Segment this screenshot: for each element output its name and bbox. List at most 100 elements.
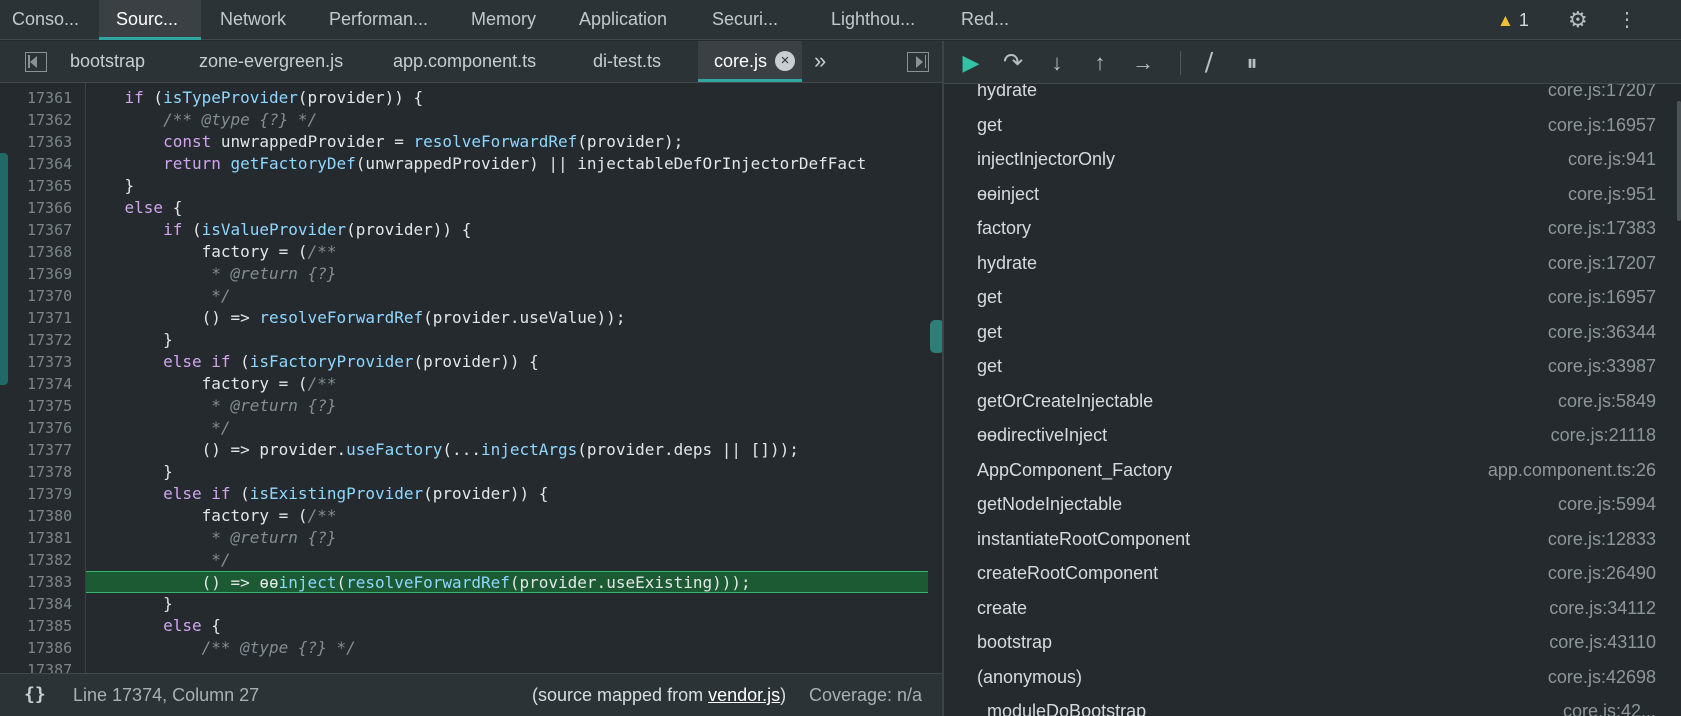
call-frame-location[interactable]: core.js:12833 xyxy=(1548,522,1656,556)
line-number[interactable]: 17370 xyxy=(27,285,72,307)
line-number[interactable]: 17376 xyxy=(27,417,72,439)
call-frame-location[interactable]: core.js:5849 xyxy=(1558,384,1656,418)
call-frame-location[interactable]: core.js:34112 xyxy=(1549,591,1656,625)
tab-security[interactable]: Securi... xyxy=(712,0,778,40)
call-frame-location[interactable]: core.js:17383 xyxy=(1548,211,1656,245)
line-number[interactable]: 17371 xyxy=(27,307,72,329)
file-tab-zone-evergreen[interactable]: zone-evergreen.js xyxy=(199,41,343,82)
toggle-debugger-icon[interactable] xyxy=(907,52,929,72)
toggle-navigator-icon[interactable] xyxy=(25,52,47,72)
call-frame-location[interactable]: core.js:26490 xyxy=(1548,556,1656,590)
line-number[interactable]: 17364 xyxy=(27,153,72,175)
gear-icon[interactable]: ⚙ xyxy=(1568,0,1588,40)
call-frame-location[interactable]: core.js:17207 xyxy=(1548,246,1656,280)
code-line: () => resolveForwardRef(provider.useValu… xyxy=(86,308,626,327)
call-frame[interactable]: create core.js:34112 xyxy=(944,591,1681,625)
line-number-gutter[interactable]: 17361 17362 17363 17364 17365 17366 17367 17368… xyxy=(0,83,86,673)
tab-application[interactable]: Application xyxy=(579,0,667,40)
tab-memory[interactable]: Memory xyxy=(471,0,536,40)
call-frame[interactable]: (anonymous) core.js:42698 xyxy=(944,660,1681,694)
step-icon[interactable]: → xyxy=(1126,41,1160,84)
call-frame-location[interactable]: app.component.ts:26 xyxy=(1488,453,1656,487)
tab-console[interactable]: Conso... xyxy=(0,0,91,40)
kebab-menu-icon[interactable]: ⋮ xyxy=(1617,0,1637,40)
call-stack-scrollbar[interactable] xyxy=(1677,101,1681,221)
file-tab-app-component[interactable]: app.component.ts xyxy=(393,41,536,82)
line-number[interactable]: 17365 xyxy=(27,175,72,197)
call-frame[interactable]: factory core.js:17383 xyxy=(944,211,1681,245)
line-number[interactable]: 17367 xyxy=(27,219,72,241)
call-frame[interactable]: bootstrap core.js:43110 xyxy=(944,625,1681,659)
code-editor[interactable]: 17361 17362 17363 17364 17365 17366 17367 17368… xyxy=(0,83,942,673)
call-frame[interactable]: AppComponent_Factory app.component.ts:26 xyxy=(944,453,1681,487)
call-frame[interactable]: get core.js:33987 xyxy=(944,349,1681,383)
call-frame[interactable]: instantiateRootComponent core.js:12833 xyxy=(944,522,1681,556)
line-number[interactable]: 17372 xyxy=(27,329,72,351)
line-number[interactable]: 17382 xyxy=(27,549,72,571)
call-frame[interactable]: injectInjectorOnly core.js:941 xyxy=(944,142,1681,176)
line-number[interactable]: 17362 xyxy=(27,109,72,131)
line-number[interactable]: 17386 xyxy=(27,637,72,659)
warnings-counter[interactable]: ▲ 1 xyxy=(1497,0,1529,40)
call-frame-location[interactable]: core.js:5994 xyxy=(1558,487,1656,521)
tab-lighthouse[interactable]: Lighthou... xyxy=(831,0,915,40)
resume-icon[interactable]: ▶ xyxy=(954,41,988,84)
step-over-icon[interactable]: ↷ xyxy=(996,41,1030,84)
breakpoint-off-icon[interactable]: ⧸ xyxy=(1192,41,1226,84)
line-number[interactable]: 17374 xyxy=(27,373,72,395)
call-frame-location[interactable]: core.js:941 xyxy=(1568,142,1656,176)
step-into-icon[interactable]: ↓ xyxy=(1040,41,1074,84)
line-number[interactable]: 17383 xyxy=(27,571,72,593)
call-frame-location[interactable]: core.js:16957 xyxy=(1548,108,1656,142)
line-number[interactable]: 17385 xyxy=(27,615,72,637)
pause-icon[interactable]: ⏸ xyxy=(1235,41,1269,84)
call-frame[interactable]: get core.js:16957 xyxy=(944,108,1681,142)
line-number[interactable]: 17377 xyxy=(27,439,72,461)
step-out-icon[interactable]: ↑ xyxy=(1083,41,1117,84)
line-number[interactable]: 17387 xyxy=(27,659,72,673)
call-frame[interactable]: _moduleDoBootstrap core.js:42... xyxy=(944,694,1681,716)
file-tab-di-test[interactable]: di-test.ts xyxy=(593,41,661,82)
file-tab-bootstrap[interactable]: bootstrap xyxy=(70,41,145,82)
call-frame[interactable]: hydrate core.js:17207 xyxy=(944,246,1681,280)
file-tab-core-js[interactable]: core.js × xyxy=(698,41,802,82)
call-frame-location[interactable]: core.js:42698 xyxy=(1548,660,1656,694)
call-frame-location[interactable]: core.js:42... xyxy=(1563,694,1656,716)
call-frame[interactable]: getNodeInjectable core.js:5994 xyxy=(944,487,1681,521)
line-number[interactable]: 17384 xyxy=(27,593,72,615)
line-number[interactable]: 17378 xyxy=(27,461,72,483)
tab-sources[interactable]: Sourc... xyxy=(99,0,201,40)
call-frame-location[interactable]: core.js:43110 xyxy=(1549,625,1656,659)
call-frame[interactable]: ɵɵdirectiveInject core.js:21118 xyxy=(944,418,1681,452)
line-number[interactable]: 17366 xyxy=(27,197,72,219)
call-frame[interactable]: get core.js:36344 xyxy=(944,315,1681,349)
editor-vertical-scrollbar[interactable] xyxy=(930,320,942,353)
call-frame[interactable]: getOrCreateInjectable core.js:5849 xyxy=(944,384,1681,418)
close-icon[interactable]: × xyxy=(775,51,796,71)
tab-network[interactable]: Network xyxy=(220,0,286,40)
line-number[interactable]: 17379 xyxy=(27,483,72,505)
line-number[interactable]: 17375 xyxy=(27,395,72,417)
line-number[interactable]: 17369 xyxy=(27,263,72,285)
line-number[interactable]: 17361 xyxy=(27,87,72,109)
source-map-link[interactable]: vendor.js xyxy=(708,685,780,705)
tab-performance[interactable]: Performan... xyxy=(329,0,428,40)
line-number[interactable]: 17381 xyxy=(27,527,72,549)
call-frame[interactable]: ɵɵinject core.js:951 xyxy=(944,177,1681,211)
call-frame[interactable]: createRootComponent core.js:26490 xyxy=(944,556,1681,590)
line-number[interactable]: 17363 xyxy=(27,131,72,153)
chevron-double-right-icon[interactable]: » xyxy=(814,41,826,82)
tab-redux[interactable]: Red... xyxy=(961,0,1009,40)
call-frame-location[interactable]: core.js:33987 xyxy=(1548,349,1656,383)
line-number[interactable]: 17373 xyxy=(27,351,72,373)
call-frame-location[interactable]: core.js:951 xyxy=(1568,177,1656,211)
call-frame-location[interactable]: core.js:16957 xyxy=(1548,280,1656,314)
pretty-print-icon[interactable]: {} xyxy=(24,674,46,716)
line-number[interactable]: 17368 xyxy=(27,241,72,263)
line-number[interactable]: 17380 xyxy=(27,505,72,527)
cursor-position: Line 17374, Column 27 xyxy=(73,685,260,705)
call-frame-location[interactable]: core.js:21118 xyxy=(1551,418,1656,452)
call-frame-location[interactable]: core.js:36344 xyxy=(1548,315,1656,349)
call-frame[interactable]: get core.js:16957 xyxy=(944,280,1681,314)
code-line: } xyxy=(86,594,173,613)
